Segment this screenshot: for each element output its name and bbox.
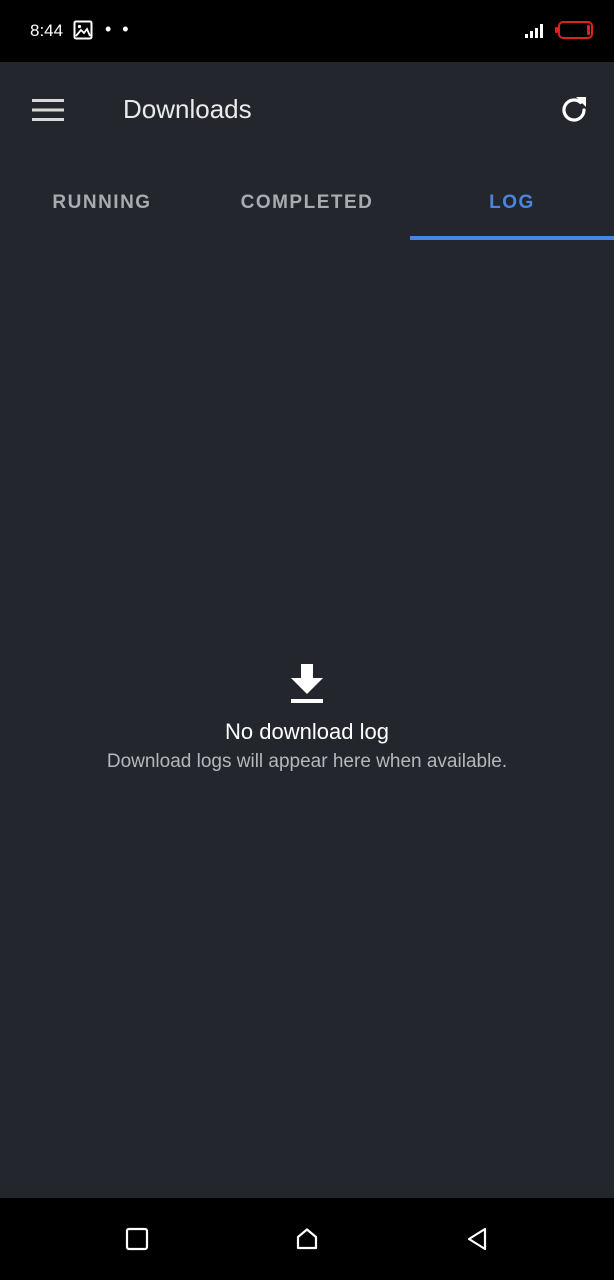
menu-button[interactable] — [20, 84, 76, 136]
tab-completed[interactable]: COMPLETED — [204, 166, 410, 240]
empty-state-title: No download log — [225, 719, 389, 744]
back-button[interactable] — [454, 1216, 500, 1262]
notification-dots: • • — [105, 19, 132, 39]
status-bar: 8:44 • • — [0, 0, 614, 62]
refresh-icon — [562, 97, 586, 122]
page-title: Downloads — [123, 94, 252, 124]
menu-icon — [32, 99, 64, 121]
download-icon — [291, 664, 323, 703]
home-icon — [296, 1228, 318, 1250]
signal-icon — [524, 20, 548, 40]
status-time: 8:44 — [30, 21, 64, 40]
tab-selected-indicator — [410, 236, 614, 240]
home-button[interactable] — [284, 1216, 330, 1262]
back-triangle-icon — [467, 1227, 487, 1251]
empty-state: No download log Download logs will appea… — [0, 662, 614, 774]
downloads-screen: Downloads RUNNING COMPLETED LOG No downl… — [0, 62, 614, 1198]
square-icon — [125, 1227, 149, 1251]
battery-low-icon — [555, 20, 595, 40]
image-icon — [73, 20, 93, 40]
tab-bar: RUNNING COMPLETED LOG — [0, 166, 614, 240]
tab-running[interactable]: RUNNING — [0, 166, 204, 240]
toolbar: Downloads — [0, 62, 614, 158]
system-nav-bar — [0, 1198, 614, 1280]
recents-button[interactable] — [114, 1216, 160, 1262]
refresh-button[interactable] — [548, 84, 600, 136]
empty-state-subtitle: Download logs will appear here when avai… — [106, 751, 508, 772]
tab-log[interactable]: LOG — [410, 166, 614, 240]
